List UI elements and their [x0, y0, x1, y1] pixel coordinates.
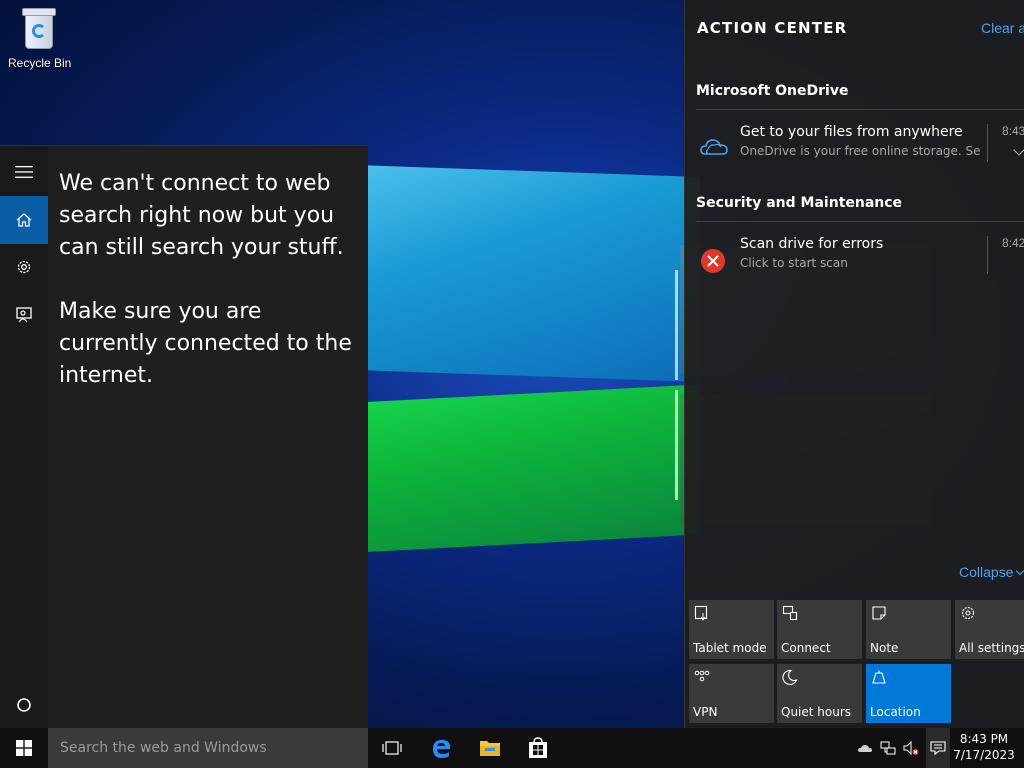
quick-action-all-settings[interactable]: All settings	[955, 600, 1024, 659]
edge-button[interactable]	[420, 728, 464, 768]
feedback-button[interactable]	[0, 291, 48, 339]
circle-icon	[17, 698, 31, 712]
clock-time: 8:43 PM	[959, 732, 1009, 746]
action-center-title: ACTION CENTER	[697, 19, 848, 37]
gear-icon	[961, 606, 975, 620]
group-header-onedrive[interactable]: Microsoft OneDrive	[696, 83, 848, 99]
divider	[696, 109, 1024, 110]
notification-body: Click to start scan	[740, 256, 848, 270]
moon-icon	[782, 669, 798, 685]
home-button[interactable]	[0, 196, 48, 244]
note-icon	[872, 606, 886, 620]
notification-time: 8:42	[987, 236, 1024, 274]
wallpaper-light	[675, 390, 678, 500]
notification-onedrive[interactable]: Get to your files from anywhere OneDrive…	[685, 124, 1024, 174]
quick-action-label: Note	[870, 641, 899, 655]
recycle-bin-shortcut[interactable]: Recycle Bin	[8, 8, 72, 70]
menu-button[interactable]	[0, 148, 48, 196]
home-icon	[16, 213, 32, 227]
task-view-icon	[382, 741, 402, 755]
quick-action-label: Tablet mode	[693, 641, 767, 655]
connection-message: We can't connect to web search right now…	[59, 168, 359, 424]
divider	[696, 221, 1024, 222]
message-line-1: We can't connect to web search right now…	[59, 171, 344, 260]
quick-action-vpn[interactable]: VPN	[689, 664, 774, 723]
quick-action-location[interactable]: Location	[866, 664, 951, 723]
notification-body: OneDrive is your free online storage. Se…	[740, 144, 980, 158]
action-center: ACTION CENTER Clear a Microsoft OneDrive…	[684, 0, 1024, 728]
feedback-icon	[16, 307, 32, 323]
quick-action-label: Connect	[781, 641, 831, 655]
taskbar: 8:43 PM 7/17/2023	[0, 728, 1024, 768]
quick-action-label: Location	[870, 705, 921, 719]
windows-logo-icon	[16, 740, 32, 756]
quick-action-label: All settings	[959, 641, 1024, 655]
notification-title: Get to your files from anywhere	[740, 124, 963, 140]
search-panel: We can't connect to web search right now…	[0, 145, 368, 729]
action-center-icon	[930, 741, 946, 756]
chevron-down-icon	[1016, 566, 1024, 576]
search-input[interactable]	[48, 728, 368, 768]
gear-icon	[17, 260, 31, 274]
notification-title: Scan drive for errors	[740, 236, 884, 252]
recycle-bin-icon	[20, 8, 58, 50]
settings-button[interactable]	[0, 243, 48, 291]
start-button[interactable]	[0, 728, 48, 768]
clock[interactable]: 8:43 PM 7/17/2023	[953, 731, 1015, 763]
edge-icon	[433, 740, 451, 758]
quick-action-quiet-hours[interactable]: Quiet hours	[777, 664, 862, 723]
onedrive-cloud-icon	[700, 139, 728, 155]
file-explorer-button[interactable]	[468, 728, 512, 768]
notification-security[interactable]: Scan drive for errors Click to start sca…	[685, 236, 1024, 286]
action-center-button[interactable]	[926, 728, 950, 768]
hamburger-icon	[15, 166, 33, 178]
task-view-button[interactable]	[370, 728, 414, 768]
cortana-button[interactable]	[0, 681, 48, 729]
connect-icon	[782, 605, 798, 621]
collapse-label: Collapse	[959, 564, 1014, 580]
quick-action-label: Quiet hours	[781, 705, 852, 719]
clear-all-link[interactable]: Clear a	[981, 20, 1024, 36]
wallpaper-light	[675, 270, 678, 380]
clock-date: 7/17/2023	[953, 748, 1015, 762]
start-rail	[0, 146, 48, 729]
quick-action-connect[interactable]: Connect	[777, 600, 862, 659]
quick-action-label: VPN	[693, 705, 718, 719]
vpn-icon	[694, 670, 710, 682]
group-header-security[interactable]: Security and Maintenance	[696, 195, 902, 211]
quick-action-note[interactable]: Note	[866, 600, 951, 659]
search-box[interactable]	[48, 728, 368, 768]
error-x-icon	[701, 249, 725, 273]
volume-muted-icon[interactable]	[903, 740, 919, 756]
tablet-mode-icon	[694, 605, 708, 621]
message-line-2: Make sure you are currently connected to…	[59, 299, 352, 388]
store-icon	[529, 737, 547, 758]
recycle-bin-label: Recycle Bin	[8, 56, 72, 70]
store-button[interactable]	[516, 728, 560, 768]
network-icon[interactable]	[880, 740, 896, 756]
onedrive-tray-icon[interactable]	[857, 740, 873, 756]
file-explorer-icon	[480, 741, 500, 756]
collapse-link[interactable]: Collapse	[959, 564, 1024, 580]
quick-action-tablet-mode[interactable]: Tablet mode	[689, 600, 774, 659]
location-icon	[872, 670, 886, 684]
